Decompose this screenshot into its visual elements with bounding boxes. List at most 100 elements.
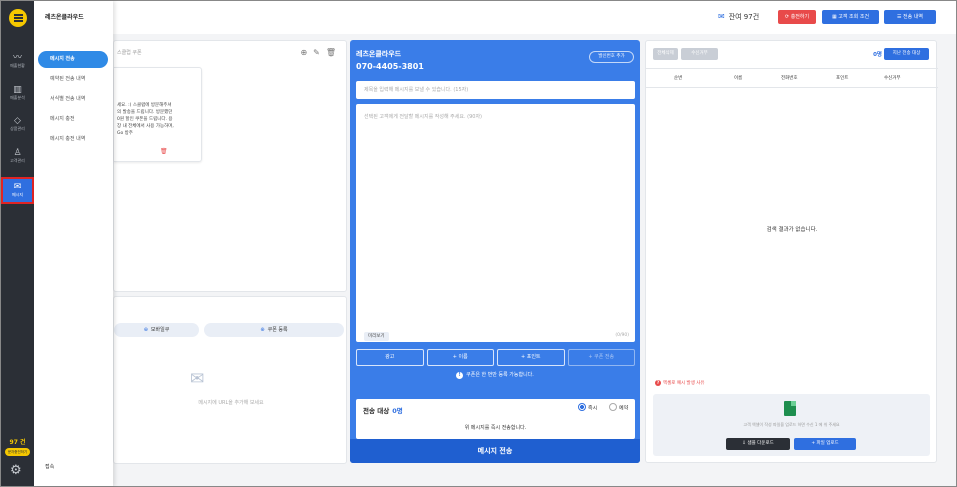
- target-count: 0명: [392, 407, 403, 415]
- bar-chart-icon: ▥: [13, 85, 22, 95]
- radio-selected-icon: [578, 403, 586, 411]
- logout-link[interactable]: 접속: [45, 463, 54, 470]
- submenu-item-charge-history[interactable]: 메시지 충전 내역: [38, 131, 108, 148]
- rail-item-label: 메시지: [11, 192, 24, 197]
- no-result-text: 검색 결과가 없습니다.: [766, 227, 818, 233]
- preview-button[interactable]: 미리보기: [364, 332, 389, 341]
- submenu-item-send[interactable]: 메시지 전송: [38, 51, 108, 68]
- file-upload-button[interactable]: + 파일 업로드: [794, 438, 856, 450]
- plus-icon: ⊕: [260, 327, 265, 333]
- coupon-register-label: 쿠폰 등록: [267, 327, 288, 333]
- charge-button[interactable]: 문자충전하기: [5, 448, 30, 456]
- send-message-button[interactable]: 메시지 전송: [350, 439, 640, 463]
- message-composer: 레츠온클라우드 070-4405-3801 발신번호 추가 제목을 입력해 메시…: [350, 40, 640, 463]
- col-index[interactable]: 순번: [674, 75, 682, 81]
- rail-item-customers[interactable]: ♙ 고객관리: [1, 148, 34, 164]
- send-reserve-label: 예약: [619, 405, 629, 412]
- rail-item-sales[interactable]: 〰 매출현황: [1, 53, 34, 69]
- template-card-text: 세요. :) 스클럽에 방문해주셔 의 발송을 드립니다. 방문했던 0원 할인…: [117, 103, 174, 136]
- coupon-send-button[interactable]: + 쿠폰 전송: [567, 349, 635, 366]
- coupon-note: ! 쿠폰은 한 번만 등록 가능합니다.: [350, 371, 640, 379]
- submenu-item-format-history[interactable]: 서식별 전송 내역: [38, 91, 108, 108]
- excel-file-icon: [784, 401, 796, 416]
- app-logo-icon[interactable]: [9, 9, 27, 27]
- composer-buttons: 광고 + 이름 + 포인트 + 쿠폰 전송: [356, 349, 635, 366]
- mobile-ticket-label: 모바일쿠: [150, 327, 170, 333]
- file-upload-label: 파일 업로드: [816, 441, 839, 446]
- sender-phone: 070-4405-3801: [356, 62, 424, 71]
- delete-card-icon[interactable]: 🗑: [160, 148, 168, 155]
- customer-lookup-button[interactable]: ▦ 고객 조회 조건: [822, 10, 879, 24]
- reject-filter-button[interactable]: 수신거부: [681, 48, 718, 60]
- send-reserve-radio[interactable]: 예약: [609, 403, 629, 412]
- recipients-panel: 전체삭제 수신거부 0명 지난 전송 대상 순번 이름 전화번호 포인트 수신거…: [645, 40, 938, 463]
- submenu-title: 레츠온클라우드: [45, 14, 84, 21]
- coupon-register-button[interactable]: ⊕ 쿠폰 등록: [204, 323, 344, 337]
- edit-icon[interactable]: ✎: [313, 48, 320, 57]
- charge-header-label: 충전하기: [790, 14, 810, 20]
- mobile-ticket-button[interactable]: ⊕ 모바일쿠: [114, 323, 199, 337]
- message-body-input[interactable]: 선택된 고객에게 전달할 메시지를 작성해 주세요. (90자) 미리보기 (0…: [356, 104, 635, 342]
- chart-line-icon: 〰: [12, 53, 22, 63]
- col-point[interactable]: 포인트: [836, 75, 848, 81]
- envelope-icon: ✉: [718, 12, 725, 21]
- send-now-radio[interactable]: 즉시: [578, 403, 598, 412]
- col-name[interactable]: 이름: [734, 75, 742, 81]
- plus-icon: ⊕: [143, 327, 148, 333]
- warning-icon: !: [456, 372, 464, 379]
- col-reject[interactable]: 수신거부: [884, 75, 901, 81]
- template-tools: ⊕ ✎ 🗑: [294, 48, 336, 57]
- question-icon: ?: [655, 380, 661, 386]
- send-note: 위 메시지를 즉시 전송합니다.: [464, 425, 527, 431]
- excel-note[interactable]: ? 엑셀로 예시 발생 사유: [655, 380, 705, 386]
- ad-button[interactable]: 광고: [356, 349, 424, 366]
- submenu-item-charge[interactable]: 메시지 충전: [38, 111, 108, 128]
- empty-state-text: 메시지에 URL을 추가해 보세요: [198, 400, 264, 406]
- gear-icon[interactable]: ⚙: [10, 463, 22, 478]
- char-counter: (0/90): [615, 333, 629, 338]
- coupon-panel: ⊕ 모바일쿠 ⊕ 쿠폰 등록 ✉ 메시지에 URL을 추가해 보세요: [113, 296, 347, 464]
- recipient-count: 0명: [873, 52, 882, 58]
- charge-header-button[interactable]: ⟳ 충전하기: [778, 10, 816, 24]
- excel-upload-box: 고객 엑셀이 작성 파일을 업로드 하면 수신 1 에 쉬 주세요 ⇩ 샘플 다…: [653, 394, 930, 456]
- send-history-button[interactable]: ☰ 전송 내역: [884, 10, 936, 24]
- person-icon: ♙: [13, 148, 22, 158]
- insert-name-button[interactable]: + 이름: [426, 349, 494, 366]
- radio-empty-icon: [609, 403, 617, 411]
- rail-item-message[interactable]: ✉ 메시지: [1, 177, 34, 204]
- insert-point-button[interactable]: + 포인트: [497, 349, 565, 366]
- template-tab[interactable]: 스클럽 쿠폰: [117, 49, 142, 56]
- rail-item-label: 매출분석: [10, 95, 25, 100]
- col-phone[interactable]: 전화번호: [781, 75, 798, 81]
- message-credit-status: ✉ 잔여 97건: [718, 12, 759, 22]
- recipients-table-header: 순번 이름 전화번호 포인트 수신거부: [646, 68, 938, 88]
- submenu-item-reserved[interactable]: 예약된 전송 내역: [38, 71, 108, 88]
- credit-count: 97 건: [9, 439, 26, 446]
- upload-instructions: 고객 엑셀이 작성 파일을 업로드 하면 수신 1 에 쉬 주세요: [743, 422, 840, 427]
- add-number-button[interactable]: 발신번호 추가: [589, 51, 634, 63]
- tag-icon: ◇: [14, 116, 21, 126]
- excel-note-text: 엑셀로 예시 발생 사유: [663, 381, 705, 386]
- body-placeholder: 선택된 고객에게 전달할 메시지를 작성해 주세요. (90자): [364, 114, 482, 120]
- previous-targets-button[interactable]: 지난 전송 대상: [884, 48, 929, 60]
- sample-download-button[interactable]: ⇩ 샘플 다운로드: [726, 438, 790, 450]
- rail-item-label: 상품관리: [10, 126, 25, 131]
- target-label-text: 전송 대상: [363, 407, 390, 415]
- send-target-box: 전송 대상 0명 즉시 예약 위 메시지를 즉시 전송합니다.: [356, 399, 635, 439]
- coupon-note-text: 쿠폰은 한 번만 등록 가능합니다.: [466, 372, 534, 378]
- rail-item-analysis[interactable]: ▥ 매출분석: [1, 85, 34, 101]
- subject-input[interactable]: 제목을 입력해 메시지를 보낼 수 있습니다. (15자): [356, 81, 635, 99]
- sender-name: 레츠온클라우드: [356, 50, 402, 58]
- rail-item-label: 고객관리: [10, 158, 25, 163]
- customer-lookup-label: 고객 조회 조건: [838, 14, 870, 20]
- trash-icon[interactable]: 🗑: [326, 48, 336, 57]
- rail-item-products[interactable]: ◇ 상품관리: [1, 116, 34, 132]
- rail-item-label: 매출현황: [10, 63, 25, 68]
- send-now-label: 즉시: [588, 405, 598, 412]
- add-icon[interactable]: ⊕: [300, 48, 307, 57]
- send-history-label: 전송 내역: [903, 14, 924, 20]
- envelope-icon: ✉: [13, 182, 22, 192]
- template-card[interactable]: 세요. :) 스클럽에 방문해주셔 의 발송을 드립니다. 방문했던 0원 할인…: [114, 67, 202, 162]
- message-submenu: 레츠온클라우드 메시지 전송 예약된 전송 내역 서식별 전송 내역 메시지 충…: [34, 1, 113, 486]
- delete-all-button[interactable]: 전체삭제: [653, 48, 678, 60]
